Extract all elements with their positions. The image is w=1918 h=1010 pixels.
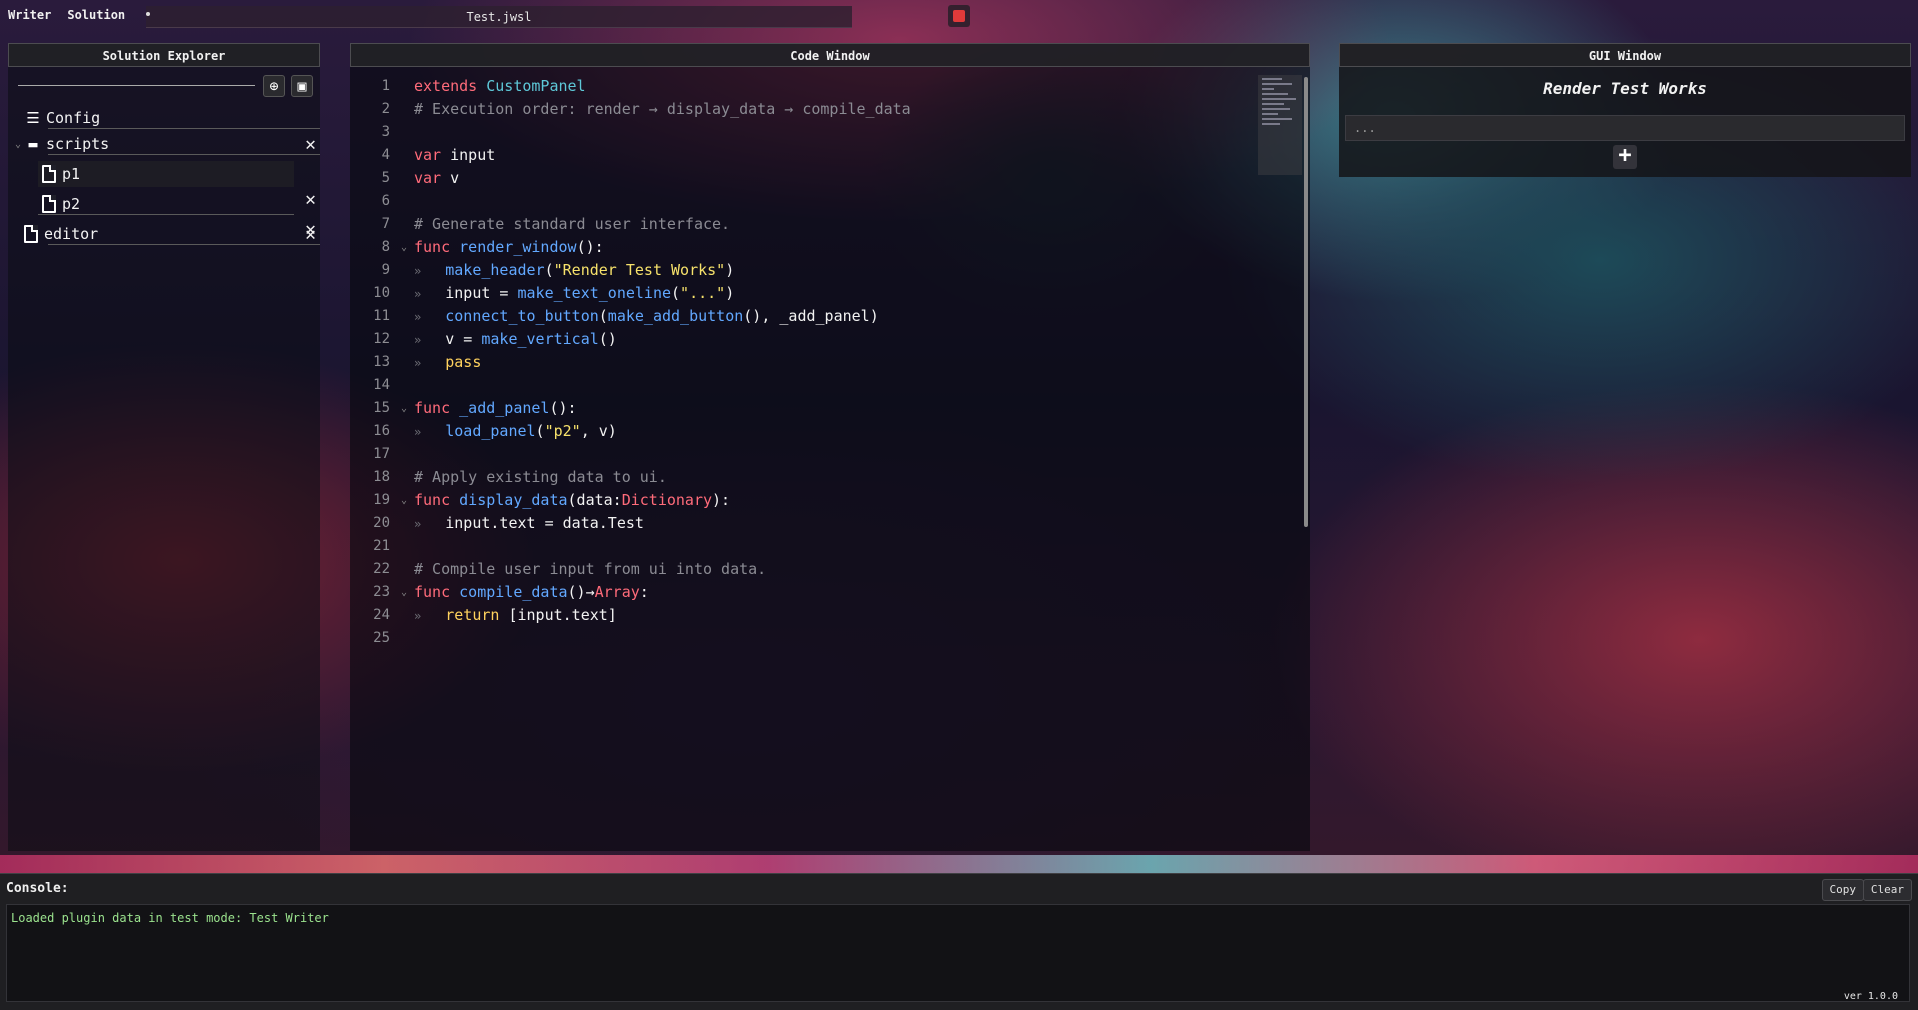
solution-explorer: Solution Explorer ⊕ ▣ ☰ Config ⌄ ▬ scrip… bbox=[8, 43, 320, 851]
clear-button[interactable]: Clear bbox=[1862, 879, 1912, 901]
new-file-button[interactable]: ⊕ bbox=[263, 75, 285, 97]
file-icon bbox=[42, 195, 56, 213]
version-label: ver 1.0.0 bbox=[1843, 991, 1898, 1002]
code-scrollbar[interactable] bbox=[1304, 77, 1308, 527]
gui-text-input[interactable]: ... bbox=[1345, 115, 1905, 141]
console-output-line: Loaded plugin data in test mode: Test Wr… bbox=[11, 911, 329, 925]
code-editor[interactable]: 1 extends CustomPanel 2 # Execution order:… bbox=[350, 75, 1310, 851]
stop-icon bbox=[953, 10, 965, 22]
menu-writer[interactable]: Writer bbox=[0, 0, 59, 30]
file-tree: ☰ Config ⌄ ▬ scripts ✕ p1 ✕ p2 ✕ editor … bbox=[8, 105, 320, 247]
new-folder-button[interactable]: ▣ bbox=[291, 75, 313, 97]
code-window: Code Window 1 extends CustomPanel 2 # Exec… bbox=[350, 43, 1310, 851]
background-stripe bbox=[0, 855, 1918, 873]
fold-icon[interactable]: ⌄ bbox=[398, 397, 410, 420]
tree-item-label: Config bbox=[46, 109, 101, 127]
stop-button[interactable] bbox=[948, 5, 970, 27]
code-minimap[interactable] bbox=[1258, 75, 1302, 175]
tree-item-label: editor bbox=[44, 225, 99, 243]
gui-window-title: GUI Window bbox=[1339, 43, 1911, 67]
close-icon[interactable]: ✕ bbox=[305, 189, 316, 210]
solution-explorer-title: Solution Explorer bbox=[8, 43, 320, 67]
list-icon: ☰ bbox=[26, 109, 40, 127]
tree-item-label: p1 bbox=[62, 165, 81, 183]
folder-icon: ▬ bbox=[28, 135, 38, 153]
gui-window: GUI Window Render Test Works ... + bbox=[1339, 43, 1911, 177]
tree-item-p2[interactable]: p2 bbox=[38, 191, 294, 217]
close-icon[interactable]: ✕ bbox=[305, 134, 316, 155]
file-icon bbox=[24, 225, 38, 243]
tree-item-label: p2 bbox=[62, 195, 81, 213]
console-panel: Console: Copy Clear Loaded plugin data i… bbox=[0, 873, 1918, 1010]
tree-item-label: scripts bbox=[46, 135, 110, 153]
console-output[interactable]: Loaded plugin data in test mode: Test Wr… bbox=[6, 904, 1910, 1002]
explorer-filter-input[interactable] bbox=[18, 85, 255, 86]
document-tab-title: Test.jwsl bbox=[466, 10, 532, 24]
file-icon bbox=[42, 165, 56, 183]
close-icon[interactable]: ✕ bbox=[305, 224, 316, 245]
tree-item-editor[interactable]: editor ✕ bbox=[8, 221, 320, 247]
gui-preview-header: Render Test Works bbox=[1543, 79, 1707, 98]
menu-solution[interactable]: Solution bbox=[59, 0, 133, 30]
tree-item-scripts[interactable]: ⌄ ▬ scripts ✕ bbox=[8, 131, 320, 157]
fold-icon[interactable]: ⌄ bbox=[398, 489, 410, 512]
fold-icon[interactable]: ⌄ bbox=[398, 581, 410, 604]
add-panel-button[interactable]: + bbox=[1613, 145, 1637, 169]
tree-item-config[interactable]: ☰ Config bbox=[8, 105, 320, 131]
copy-button[interactable]: Copy bbox=[1821, 879, 1864, 901]
tree-item-p1[interactable]: p1 bbox=[38, 161, 294, 187]
code-window-title: Code Window bbox=[350, 43, 1310, 67]
fold-icon[interactable]: ⌄ bbox=[398, 236, 410, 259]
chevron-down-icon[interactable]: ⌄ bbox=[12, 139, 24, 150]
console-label: Console: bbox=[6, 881, 69, 896]
